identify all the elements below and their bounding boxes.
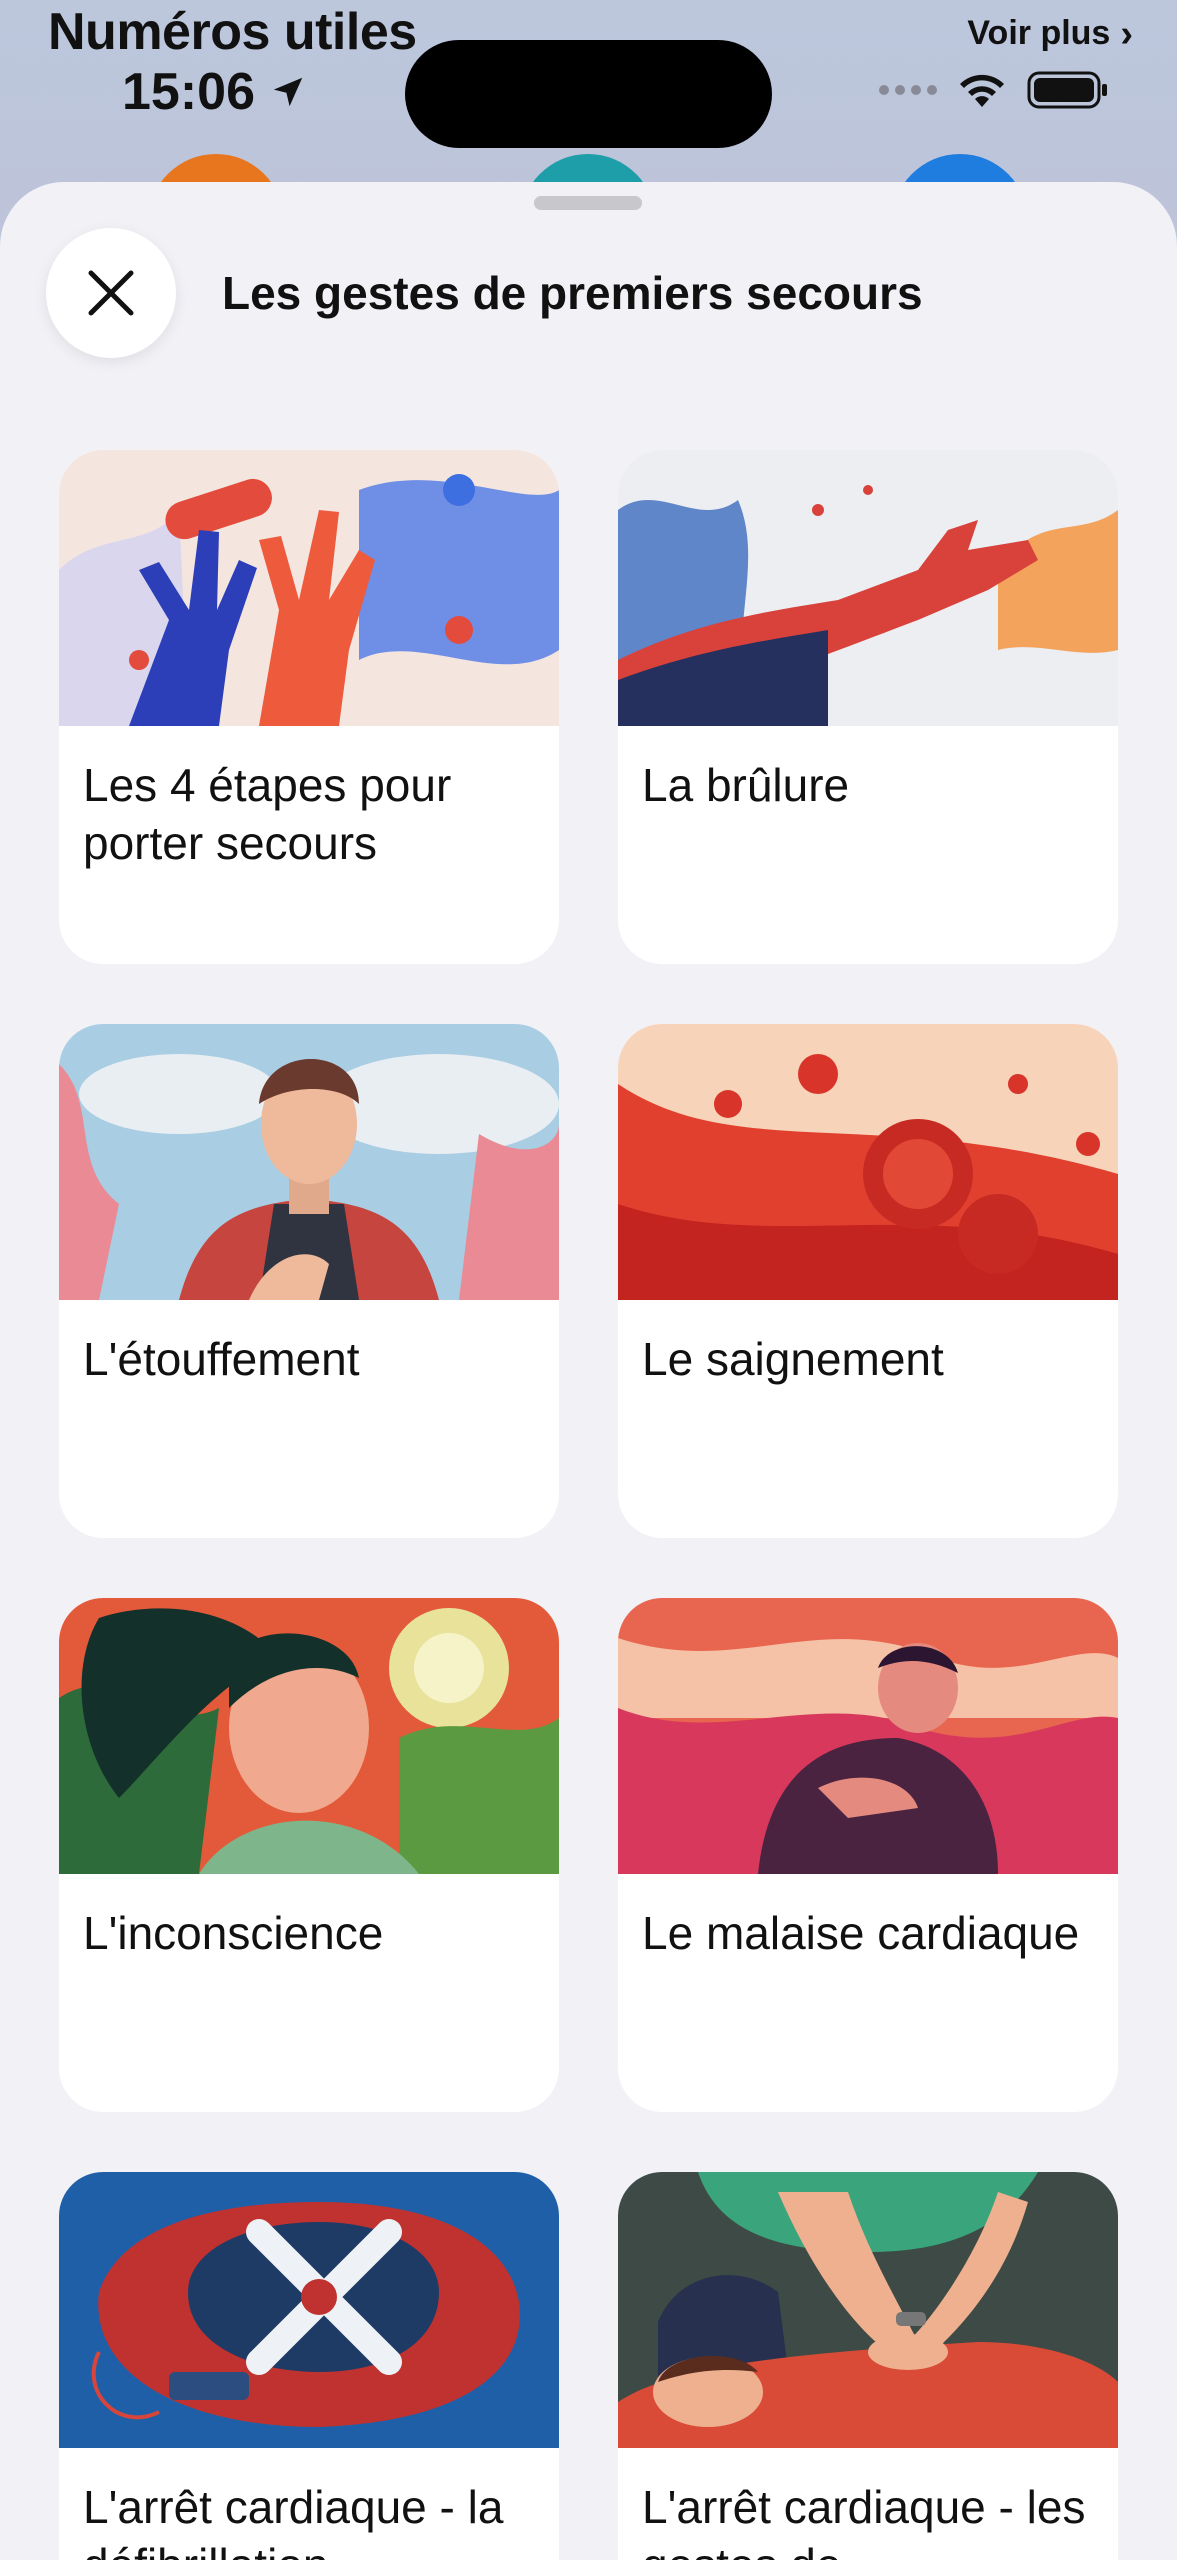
battery-icon <box>1027 71 1107 109</box>
status-time: 15:06 <box>122 62 307 122</box>
dynamic-island <box>405 40 772 148</box>
card-image-cpr <box>618 2172 1118 2448</box>
card-cardiac-arrest-gestures[interactable]: L'arrêt cardiaque - les gestes de <box>618 2172 1118 2560</box>
status-indicators <box>879 70 1109 110</box>
see-more-link[interactable]: Voir plus › <box>967 14 1133 53</box>
background-title: Numéros utiles <box>48 3 417 61</box>
card-label: La brûlure <box>642 759 850 811</box>
card-label: L'étouffement <box>83 1333 360 1385</box>
card-cardiac-arrest-defibrillation[interactable]: L'arrêt cardiaque - la défibrillation <box>59 2172 559 2560</box>
cellular-signal-icon <box>879 85 937 95</box>
card-label: L'inconscience <box>83 1907 384 1959</box>
card-image-hands <box>59 450 559 726</box>
card-label: Le malaise cardiaque <box>642 1907 1080 1959</box>
card-image-unconsciousness <box>59 1598 559 1874</box>
sheet-grabber[interactable] <box>534 196 642 210</box>
location-arrow-icon <box>273 77 303 107</box>
card-label: Les 4 étapes pour porter secours <box>83 759 452 869</box>
card-image-bleeding <box>618 1024 1118 1300</box>
card-burn[interactable]: La brûlure <box>618 450 1118 964</box>
close-icon <box>88 270 134 316</box>
see-more-label: Voir plus <box>967 14 1111 52</box>
card-image-choking <box>59 1024 559 1300</box>
card-label: Le saignement <box>642 1333 944 1385</box>
chevron-right-icon: › <box>1120 12 1133 55</box>
first-aid-sheet: Les gestes de premiers secours Les 4 éta… <box>0 182 1177 2560</box>
wifi-icon <box>960 74 1004 107</box>
card-four-steps[interactable]: Les 4 étapes pour porter secours <box>59 450 559 964</box>
card-choking[interactable]: L'étouffement <box>59 1024 559 1538</box>
card-image-burn <box>618 450 1118 726</box>
sheet-title: Les gestes de premiers secours <box>222 267 923 319</box>
card-heart-malaise[interactable]: Le malaise cardiaque <box>618 1598 1118 2112</box>
card-image-heart-malaise <box>618 1598 1118 1874</box>
card-bleeding[interactable]: Le saignement <box>618 1024 1118 1538</box>
card-label: L'arrêt cardiaque - les gestes de <box>642 2481 1086 2560</box>
status-time-text: 15:06 <box>122 63 255 121</box>
close-button[interactable] <box>46 228 176 358</box>
card-unconsciousness[interactable]: L'inconscience <box>59 1598 559 2112</box>
card-image-defibrillator <box>59 2172 559 2448</box>
card-label: L'arrêt cardiaque - la défibrillation <box>83 2481 504 2560</box>
